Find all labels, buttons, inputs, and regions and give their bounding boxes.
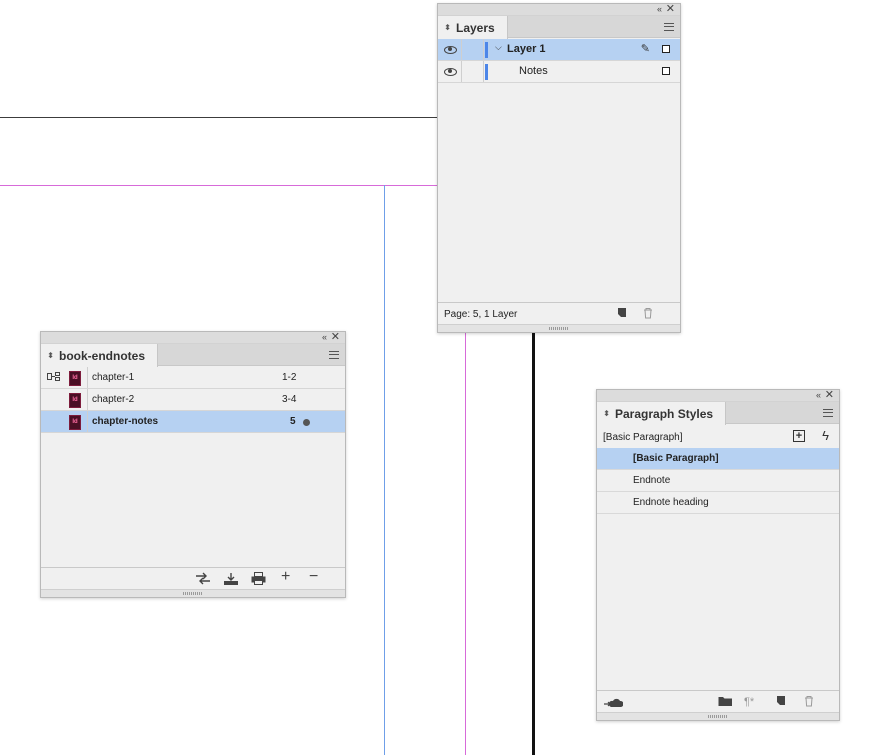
column-divider — [483, 61, 484, 82]
indesign-document-icon: Id — [69, 415, 81, 430]
layer-row[interactable]: ⌵ Layer 1 ✎ — [438, 39, 680, 61]
panel-titlebar[interactable]: « ✕ — [597, 389, 839, 402]
book-footer: + − — [41, 567, 345, 589]
layers-panel: « ✕ ⬍ Layers ⌵ Layer 1 ✎ Notes Page: 5, … — [437, 3, 681, 333]
create-style-icon[interactable]: + — [793, 430, 805, 442]
trash-icon[interactable] — [803, 695, 815, 707]
paragraph-styles-footer: ¶* — [597, 690, 839, 712]
current-style-bar: [Basic Paragraph] + ϟ — [597, 426, 839, 450]
panel-menu-icon[interactable] — [329, 351, 339, 359]
layer-color-swatch — [485, 64, 488, 80]
tab-layers[interactable]: ⬍ Layers — [438, 16, 508, 39]
layers-tabbar: ⬍ Layers — [438, 16, 680, 39]
book-document-row[interactable]: Id chapter-1 1-2 — [41, 367, 345, 389]
layer-row[interactable]: Notes — [438, 61, 680, 83]
panel-menu-icon[interactable] — [823, 409, 833, 417]
style-source-icon[interactable] — [47, 372, 61, 382]
column-divider — [87, 367, 88, 388]
add-document-icon[interactable]: + — [281, 569, 290, 585]
eye-icon[interactable] — [444, 66, 457, 76]
document-open-indicator — [303, 419, 310, 426]
updown-icon: ⬍ — [47, 350, 54, 360]
margin-guide-vertical — [465, 333, 466, 755]
paragraph-styles-panel: « ✕ ⬍ Paragraph Styles [Basic Paragraph]… — [596, 389, 840, 721]
indesign-document-icon: Id — [69, 371, 81, 386]
selection-square-icon[interactable] — [662, 67, 670, 75]
column-divider — [461, 61, 462, 82]
panel-titlebar[interactable]: « ✕ — [41, 331, 345, 344]
current-style-name: [Basic Paragraph] — [603, 432, 683, 443]
tab-label: book-endnotes — [59, 348, 145, 363]
margin-line — [0, 117, 438, 118]
document-name: chapter-2 — [92, 394, 135, 405]
layers-status: Page: 5, 1 Layer — [444, 309, 518, 320]
new-style-icon[interactable] — [775, 695, 787, 707]
panel-titlebar[interactable]: « ✕ — [438, 3, 680, 16]
page-range: 1-2 — [282, 372, 297, 383]
style-name: Endnote — [633, 475, 671, 486]
collapse-icon[interactable]: « — [816, 390, 821, 401]
resize-grip[interactable] — [597, 712, 839, 720]
close-icon[interactable]: ✕ — [331, 331, 340, 343]
column-divider — [461, 39, 462, 60]
layer-color-swatch — [485, 42, 488, 58]
save-book-icon[interactable] — [223, 572, 239, 586]
layers-footer: Page: 5, 1 Layer — [438, 302, 680, 324]
book-tabbar: ⬍ book-endnotes — [41, 344, 345, 367]
indesign-document-icon: Id — [69, 393, 81, 408]
document-name: chapter-1 — [92, 372, 135, 383]
updown-icon: ⬍ — [603, 408, 610, 418]
panel-menu-icon[interactable] — [664, 23, 674, 31]
tab-label: Layers — [456, 20, 495, 35]
column-divider — [87, 411, 88, 432]
layer-name: Layer 1 — [507, 43, 546, 55]
book-panel: « ✕ ⬍ book-endnotes Id chapter-1 1-2 Id … — [40, 331, 346, 598]
margin-guide-horizontal — [0, 185, 438, 186]
eye-icon[interactable] — [444, 44, 457, 54]
book-document-row[interactable]: Id chapter-2 3-4 — [41, 389, 345, 411]
folder-icon[interactable] — [718, 695, 733, 707]
layer-name: Notes — [519, 65, 548, 77]
tab-book[interactable]: ⬍ book-endnotes — [41, 344, 158, 367]
page-range: 3-4 — [282, 394, 297, 405]
resize-grip[interactable] — [438, 324, 680, 332]
style-row[interactable]: Endnote heading — [597, 492, 839, 514]
remove-document-icon[interactable]: − — [309, 569, 318, 585]
column-divider — [87, 389, 88, 410]
tab-paragraph-styles[interactable]: ⬍ Paragraph Styles — [597, 402, 727, 425]
trash-icon[interactable] — [642, 307, 654, 319]
chevron-down-icon[interactable]: ⌵ — [495, 42, 502, 53]
column-guide-vertical — [384, 185, 385, 755]
clear-overrides-icon[interactable]: ¶* — [744, 695, 754, 709]
collapse-icon[interactable]: « — [322, 332, 327, 343]
pen-icon: ✎ — [640, 43, 650, 55]
style-name: [Basic Paragraph] — [633, 453, 719, 464]
collapse-icon[interactable]: « — [657, 4, 662, 15]
paragraph-styles-tabbar: ⬍ Paragraph Styles — [597, 402, 839, 425]
selection-square-icon[interactable] — [662, 45, 670, 53]
style-row[interactable]: [Basic Paragraph] — [597, 448, 839, 470]
cloud-library-icon[interactable] — [603, 695, 623, 709]
resize-grip[interactable] — [41, 589, 345, 597]
quick-apply-icon[interactable]: ϟ — [822, 428, 829, 443]
column-divider — [483, 39, 484, 60]
updown-icon: ⬍ — [444, 22, 451, 32]
style-row[interactable]: Endnote — [597, 470, 839, 492]
style-name: Endnote heading — [633, 497, 709, 508]
synchronize-icon[interactable] — [195, 572, 211, 585]
page-range: 5 — [290, 416, 296, 427]
new-layer-icon[interactable] — [616, 307, 628, 319]
page-edge-line — [532, 333, 535, 755]
print-icon[interactable] — [251, 572, 266, 585]
document-name: chapter-notes — [92, 416, 159, 427]
close-icon[interactable]: ✕ — [825, 389, 834, 401]
close-icon[interactable]: ✕ — [666, 3, 675, 15]
tab-label: Paragraph Styles — [615, 406, 714, 421]
book-document-row[interactable]: Id chapter-notes 5 — [41, 411, 345, 433]
